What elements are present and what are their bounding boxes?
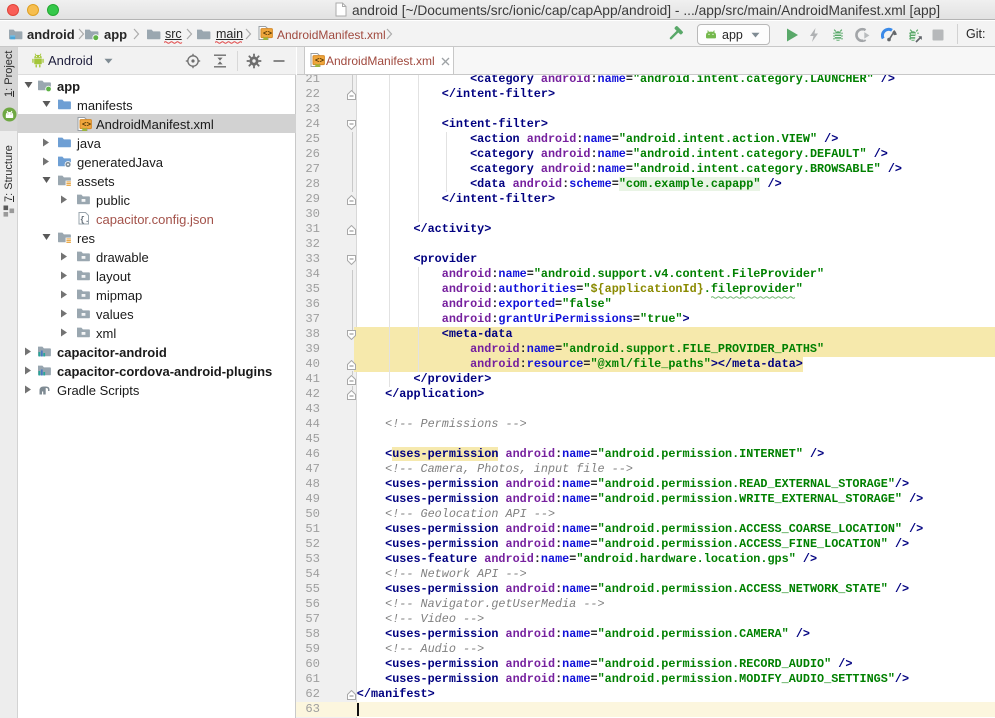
svg-text:{..}: {..} [80,216,91,225]
